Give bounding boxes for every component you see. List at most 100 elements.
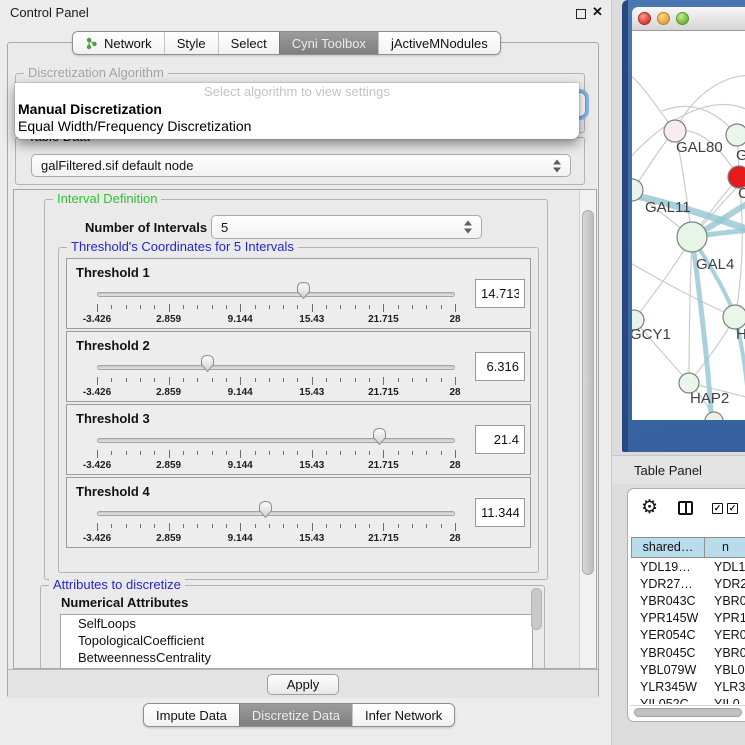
tick-mark	[426, 451, 427, 455]
tick-label: 28	[449, 533, 460, 544]
network-canvas[interactable]: GAL80GACGAL11GAL4GCY1HHAP2	[632, 31, 745, 420]
tab-network[interactable]: Network	[73, 32, 164, 54]
cell-shared-name: YBL079W	[631, 663, 704, 677]
tick-mark	[240, 450, 241, 458]
tick-label: 28	[449, 314, 460, 325]
table-row[interactable]: YDR27…YDR2	[631, 575, 745, 592]
tick-mark	[140, 451, 141, 455]
slider-track[interactable]	[97, 511, 455, 516]
tick-label: -3.426	[83, 460, 111, 471]
tab-cyni-toolbox[interactable]: Cyni Toolbox	[279, 32, 378, 54]
tick-mark	[212, 378, 213, 382]
cell-shared-name: YIL052C	[631, 697, 704, 704]
tick-label: 21.715	[368, 460, 399, 471]
table-row[interactable]: YBL079WYBL0	[631, 661, 745, 678]
zoom-traffic-light-icon[interactable]	[676, 12, 689, 25]
numerical-attributes-list[interactable]: SelfLoopsTopologicalCoefficientBetweenne…	[60, 614, 533, 669]
slider-track[interactable]	[97, 292, 455, 297]
column-header-shared-name[interactable]: shared…	[631, 537, 705, 558]
tick-mark	[283, 305, 284, 309]
attribute-item-topologicalcoefficient[interactable]: TopologicalCoefficient	[61, 632, 532, 649]
horizontal-scrollbar-track[interactable]	[630, 705, 745, 719]
apply-button[interactable]: Apply	[267, 674, 339, 695]
tick-mark	[126, 451, 127, 455]
table-row[interactable]: YIL052CYIL0	[631, 696, 745, 705]
tick-mark	[140, 305, 141, 309]
table-row[interactable]: YBR043CYBR0	[631, 592, 745, 609]
tick-mark	[326, 378, 327, 382]
number-of-intervals-combobox[interactable]: 5	[211, 215, 482, 239]
slider-thumb[interactable]	[371, 427, 388, 451]
network-edge	[675, 75, 745, 131]
tick-mark	[197, 451, 198, 455]
slider-track[interactable]	[97, 438, 455, 443]
float-window-icon[interactable]	[576, 9, 586, 19]
tab-impute-data[interactable]: Impute Data	[144, 704, 239, 726]
threshold-value-field[interactable]	[475, 279, 525, 308]
tick-label: 9.144	[228, 387, 253, 398]
slider-track[interactable]	[97, 365, 455, 370]
checkbox-icon[interactable]: ✓	[727, 503, 738, 514]
table-row[interactable]: YER054CYER0	[631, 627, 745, 644]
tick-mark	[312, 304, 313, 312]
threshold-value-field[interactable]	[475, 352, 525, 381]
tick-label: 21.715	[368, 314, 399, 325]
vertical-scrollbar-track[interactable]	[579, 190, 596, 668]
checkbox-icon[interactable]: ✓	[712, 503, 723, 514]
close-traffic-light-icon[interactable]	[638, 12, 651, 25]
tab-label: Select	[231, 36, 267, 51]
network-node[interactable]	[726, 124, 745, 146]
tab-discretize-data[interactable]: Discretize Data	[239, 704, 352, 726]
tick-mark	[441, 451, 442, 455]
threshold-panel: Threshold 1-3.4262.8599.14415.4321.71528	[66, 258, 531, 329]
table-row[interactable]: YLR345WYLR3	[631, 678, 745, 695]
table-row[interactable]: YPR145WYPR1	[631, 610, 745, 627]
tick-mark	[297, 524, 298, 528]
close-icon[interactable]: ✕	[592, 4, 603, 20]
horizontal-scrollbar-thumb[interactable]	[634, 708, 742, 717]
network-node[interactable]	[677, 222, 707, 252]
tick-mark	[455, 304, 456, 312]
tab-select[interactable]: Select	[218, 32, 279, 54]
tick-mark	[312, 523, 313, 531]
minimize-traffic-light-icon[interactable]	[657, 12, 670, 25]
vertical-scrollbar-thumb[interactable]	[582, 210, 594, 575]
tick-mark	[340, 451, 341, 455]
table-data-combobox[interactable]: galFiltered.sif default node	[31, 154, 571, 177]
threshold-value-field[interactable]	[475, 425, 525, 454]
tick-mark	[111, 305, 112, 309]
gear-icon[interactable]: ⚙	[641, 496, 658, 519]
tab-jactivemnodules[interactable]: jActiveMNodules	[378, 32, 500, 54]
table-row[interactable]: YDL19…YDL1	[631, 558, 745, 575]
tick-mark	[111, 378, 112, 382]
threshold-value-field[interactable]	[475, 498, 525, 527]
network-node[interactable]	[705, 412, 723, 420]
cell-name: YBR0	[704, 594, 745, 608]
network-window-titlebar[interactable]	[632, 7, 745, 31]
interval-definition-title: Interval Definition	[53, 191, 161, 206]
thresholds-group: Threshold's Coordinates for 5 Intervals …	[58, 247, 539, 573]
tick-mark	[455, 450, 456, 458]
tick-mark	[212, 305, 213, 309]
tick-mark	[183, 451, 184, 455]
tab-infer-network[interactable]: Infer Network	[352, 704, 454, 726]
attribute-item-selfloops[interactable]: SelfLoops	[61, 615, 532, 632]
slider-thumb[interactable]	[257, 500, 274, 524]
tick-mark	[269, 451, 270, 455]
attribute-item-betweennesscentrality[interactable]: BetweennessCentrality	[61, 649, 532, 666]
tick-mark	[255, 378, 256, 382]
table-row[interactable]: YBR045CYBR0	[631, 644, 745, 661]
attribute-list-scrollbar[interactable]	[531, 588, 542, 630]
table-panel-bar: Table Panel	[612, 455, 745, 484]
algorithm-option-manual-discretization[interactable]: Manual Discretization	[15, 101, 579, 118]
algorithm-option-equal-width-frequency-discretization[interactable]: Equal Width/Frequency Discretization	[15, 118, 579, 135]
slider-thumb[interactable]	[295, 281, 312, 305]
tick-mark	[398, 305, 399, 309]
node-label: GAL80	[676, 139, 723, 156]
split-columns-icon[interactable]	[678, 501, 693, 515]
numerical-attributes-label: Numerical Attributes	[61, 595, 188, 610]
tab-style[interactable]: Style	[164, 32, 218, 54]
tick-mark	[297, 305, 298, 309]
slider-thumb[interactable]	[199, 354, 216, 378]
column-header-name[interactable]: n	[705, 537, 745, 558]
